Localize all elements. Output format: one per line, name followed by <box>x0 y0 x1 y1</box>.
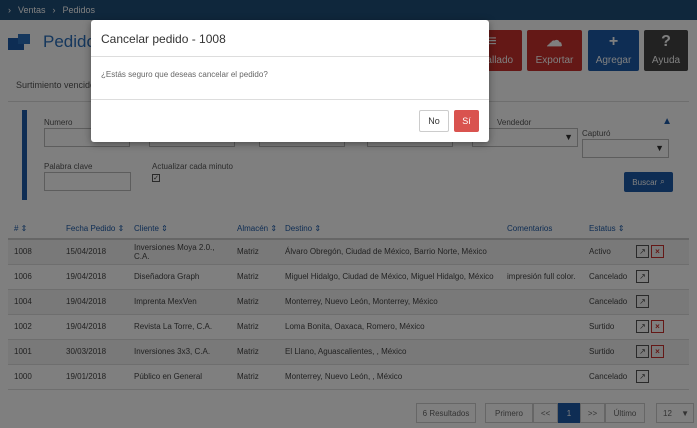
divider <box>91 99 489 100</box>
no-button[interactable]: No <box>419 110 449 132</box>
cancel-order-dialog: Cancelar pedido - 1008 ¿Estás seguro que… <box>91 20 489 142</box>
dialog-message: ¿Estás seguro que deseas cancelar el ped… <box>101 70 268 79</box>
si-button[interactable]: Sí <box>454 110 479 132</box>
dialog-title: Cancelar pedido - 1008 <box>101 32 226 46</box>
divider <box>91 56 489 57</box>
